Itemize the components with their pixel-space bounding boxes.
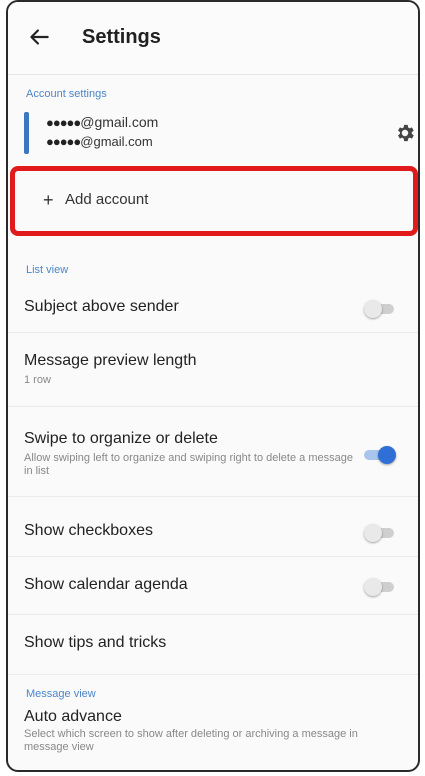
setting-show-tips-and-tricks[interactable]: Show tips and tricks [8,620,418,670]
divider [8,406,418,407]
back-arrow-icon[interactable] [26,24,52,50]
account-email: ●●●●●@gmail.com [46,134,153,149]
setting-show-calendar-agenda[interactable]: Show calendar agenda [8,562,418,612]
setting-show-checkboxes[interactable]: Show checkboxes [8,506,418,556]
setting-subject-above-sender[interactable]: Subject above sender [8,282,418,332]
setting-label: Message preview length [24,352,197,369]
section-header-account-settings: Account settings [26,88,107,100]
setting-value: 1 row [24,374,51,386]
show-checkboxes-toggle[interactable] [364,524,400,542]
account-name: ●●●●●@gmail.com [46,114,159,130]
setting-label: Show checkboxes [24,522,153,539]
setting-label: Show tips and tricks [24,634,167,651]
swipe-toggle[interactable] [364,446,400,464]
setting-description: Allow swiping left to organize and swipi… [24,452,353,477]
divider [8,332,418,333]
app-bar: Settings [8,2,418,75]
page-title: Settings [82,26,161,48]
add-account-label: Add account [65,191,149,208]
add-account-button[interactable]: + Add account [10,166,418,236]
account-item[interactable]: ●●●●●@gmail.com ●●●●●@gmail.com [24,108,414,158]
plus-icon: + [43,190,54,210]
setting-auto-advance[interactable]: Auto advance Select which screen to show… [8,704,418,770]
show-calendar-agenda-toggle[interactable] [364,578,400,596]
divider [8,674,418,675]
setting-description: Select which screen to show after deleti… [24,728,358,753]
section-header-message-view: Message view [26,688,96,700]
divider [8,496,418,497]
setting-label: Subject above sender [24,298,179,315]
account-color-bar [24,112,29,154]
setting-label: Swipe to organize or delete [24,430,218,447]
setting-label: Show calendar agenda [24,576,188,593]
divider [8,614,418,615]
divider [8,556,418,557]
setting-swipe-to-organize[interactable]: Swipe to organize or delete Allow swipin… [8,416,418,494]
subject-above-sender-toggle[interactable] [364,300,400,318]
gear-icon[interactable] [394,122,416,144]
phone-frame: Settings Account settings ●●●●●@gmail.co… [6,0,420,772]
setting-message-preview-length[interactable]: Message preview length 1 row [8,340,418,402]
section-header-list-view: List view [26,264,69,276]
setting-label: Auto advance [24,708,122,725]
